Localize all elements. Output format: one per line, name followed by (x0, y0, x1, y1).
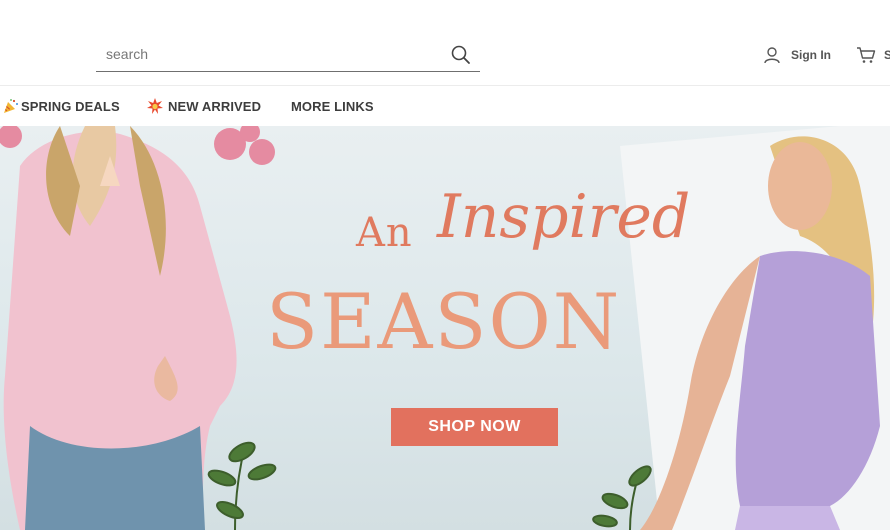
headline-main: SEASON (266, 277, 622, 366)
search-bar (96, 38, 480, 72)
hero-banner[interactable]: An Inspired SEASON SHOP NOW (0, 126, 890, 530)
plant-decoration (207, 441, 652, 530)
nav-item-more-links[interactable]: MORE LINKS (291, 97, 374, 115)
party-popper-icon (4, 99, 18, 113)
headline-script: Inspired (437, 182, 691, 252)
cart-icon (857, 47, 876, 63)
search-icon[interactable] (450, 44, 472, 66)
nav-item-spring-deals[interactable]: SPRING DEALS (3, 97, 120, 115)
sign-in-label: Sign In (791, 48, 831, 62)
sign-in-link[interactable]: Sign In (763, 44, 831, 66)
nav-item-label: NEW ARRIVED (168, 98, 262, 114)
site-header: Sign In S (0, 0, 890, 86)
shop-now-button[interactable]: SHOP NOW (391, 408, 558, 446)
cart-label: S (884, 48, 890, 62)
cart-link[interactable]: S (856, 44, 890, 66)
nav-item-new-arrived[interactable]: NEW ARRIVED (147, 97, 261, 115)
user-icon (764, 47, 780, 64)
main-nav: SPRING DEALS NEW ARRIVED MORE LINKS (0, 85, 890, 125)
headline-prefix: An (356, 210, 413, 256)
nav-item-label: MORE LINKS (291, 98, 374, 114)
model-left-image (3, 126, 237, 530)
search-input[interactable] (96, 38, 436, 70)
sparkle-burst-icon (147, 98, 163, 114)
nav-item-label: SPRING DEALS (21, 98, 120, 114)
